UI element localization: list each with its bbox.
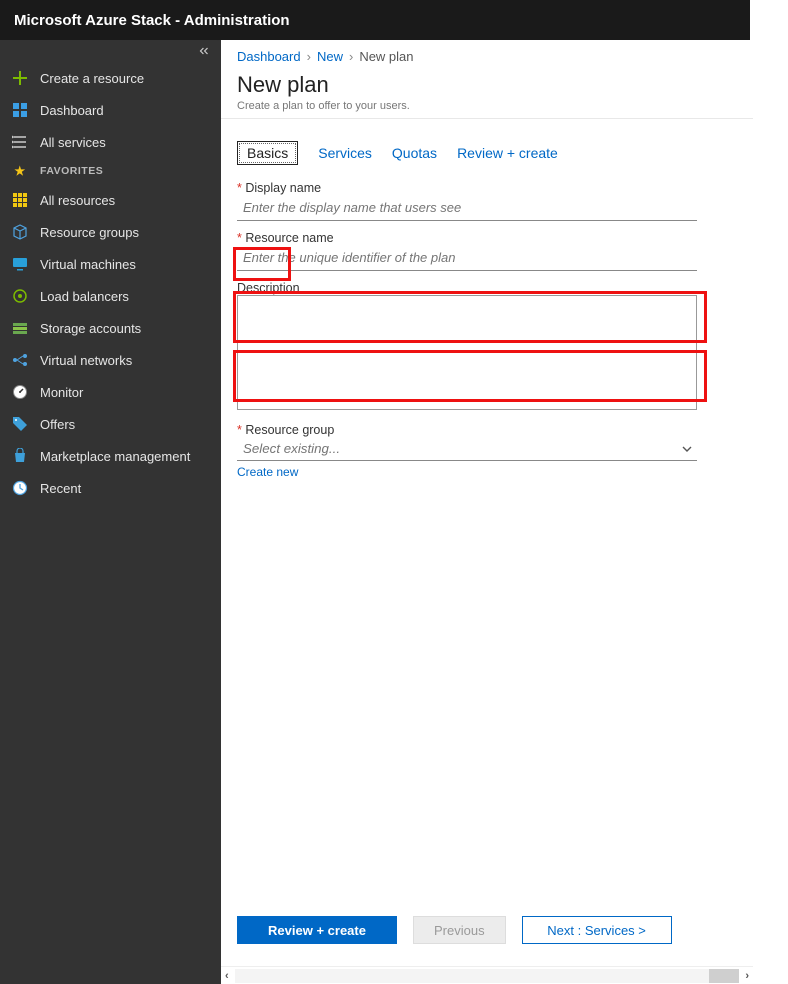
breadcrumb-dashboard[interactable]: Dashboard — [237, 49, 301, 64]
display-name-label: Display name — [237, 181, 737, 195]
description-label: Description — [237, 281, 737, 295]
scroll-right-icon[interactable]: › — [743, 970, 751, 982]
description-input[interactable] — [237, 295, 697, 410]
page-subtitle: Create a plan to offer to your users. — [237, 100, 737, 112]
scroll-left-icon[interactable]: ‹ — [223, 970, 231, 982]
resource-name-input[interactable] — [237, 245, 697, 271]
sidebar-collapse-button[interactable] — [0, 40, 221, 62]
load-balancer-icon — [12, 288, 28, 304]
right-gutter — [753, 0, 788, 984]
chevron-double-left-icon — [197, 44, 211, 58]
shopping-bag-icon — [12, 448, 28, 464]
plus-icon — [12, 70, 28, 86]
tab-services[interactable]: Services — [318, 141, 372, 165]
form-basics: Display name Resource name Description R… — [221, 165, 753, 918]
breadcrumb-current: New plan — [359, 49, 413, 64]
sidebar-item-all-resources[interactable]: All resources — [0, 184, 221, 216]
app-title: Microsoft Azure Stack - Administration — [14, 12, 290, 29]
content-area: Dashboard › New › New plan New plan Crea… — [221, 40, 753, 984]
tab-bar: Basics Services Quotas Review + create — [221, 119, 753, 165]
display-name-input[interactable] — [237, 195, 697, 221]
storage-icon — [12, 320, 28, 336]
tab-review-create[interactable]: Review + create — [457, 141, 558, 165]
scroll-thumb[interactable] — [709, 969, 739, 983]
review-create-button[interactable]: Review + create — [237, 916, 397, 944]
resource-group-label: Resource group — [237, 423, 737, 437]
clock-icon — [12, 480, 28, 496]
resource-name-label: Resource name — [237, 231, 737, 245]
tab-basics[interactable]: Basics — [237, 141, 298, 165]
sidebar-all-services[interactable]: All services — [0, 126, 221, 158]
sidebar-item-virtual-machines[interactable]: Virtual machines — [0, 248, 221, 280]
network-icon — [12, 352, 28, 368]
sidebar-create-resource[interactable]: Create a resource — [0, 62, 221, 94]
page-title: New plan — [237, 72, 737, 98]
star-icon: ★ — [12, 163, 28, 179]
sidebar-item-load-balancers[interactable]: Load balancers — [0, 280, 221, 312]
dashboard-icon — [12, 102, 28, 118]
next-button[interactable]: Next : Services > — [522, 916, 672, 944]
sidebar-item-marketplace[interactable]: Marketplace management — [0, 440, 221, 472]
sidebar-dashboard[interactable]: Dashboard — [0, 94, 221, 126]
sidebar: Create a resource Dashboard All services… — [0, 40, 221, 984]
tab-quotas[interactable]: Quotas — [392, 141, 437, 165]
sidebar-item-virtual-networks[interactable]: Virtual networks — [0, 344, 221, 376]
chevron-right-icon: › — [307, 49, 311, 64]
monitor-icon — [12, 256, 28, 272]
sidebar-item-offers[interactable]: Offers — [0, 408, 221, 440]
grid-icon — [12, 192, 28, 208]
create-new-resource-group-link[interactable]: Create new — [237, 465, 298, 479]
wizard-footer: Review + create Previous Next : Services… — [221, 906, 753, 954]
tag-icon — [12, 416, 28, 432]
sidebar-item-resource-groups[interactable]: Resource groups — [0, 216, 221, 248]
favorites-header: ★ FAVORITES — [0, 158, 221, 184]
resource-group-select[interactable] — [237, 437, 697, 461]
sidebar-item-storage-accounts[interactable]: Storage accounts — [0, 312, 221, 344]
breadcrumb-new[interactable]: New — [317, 49, 343, 64]
cube-icon — [12, 224, 28, 240]
sidebar-item-monitor[interactable]: Monitor — [0, 376, 221, 408]
horizontal-scrollbar[interactable]: ‹ › — [221, 966, 753, 984]
breadcrumb: Dashboard › New › New plan — [221, 40, 753, 72]
previous-button: Previous — [413, 916, 506, 944]
list-icon — [12, 134, 28, 150]
top-bar: Microsoft Azure Stack - Administration — [0, 0, 750, 40]
sidebar-item-recent[interactable]: Recent — [0, 472, 221, 504]
chevron-right-icon: › — [349, 49, 353, 64]
page-header: New plan Create a plan to offer to your … — [221, 72, 753, 119]
gauge-icon — [12, 384, 28, 400]
